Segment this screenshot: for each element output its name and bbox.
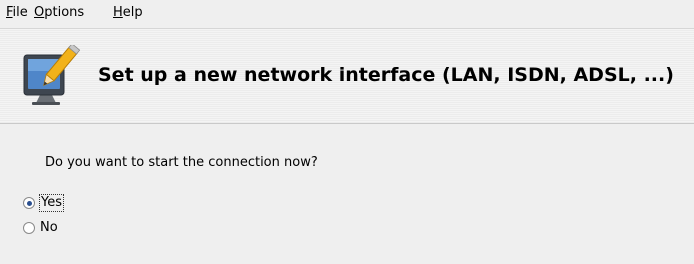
- menu-options-rest: ptions: [44, 5, 85, 20]
- menu-help[interactable]: Help: [113, 5, 143, 21]
- wizard-content: Do you want to start the connection now?…: [0, 124, 694, 264]
- question-label: Do you want to start the connection now?: [45, 155, 318, 170]
- radio-yes-indicator[interactable]: [23, 197, 35, 209]
- menu-help-rest: elp: [122, 5, 143, 20]
- menubar: File Options Help: [0, 0, 694, 29]
- menu-file-rest: ile: [12, 5, 28, 20]
- radio-yes-label[interactable]: Yes: [39, 194, 64, 212]
- menu-help-mnemonic: H: [113, 5, 123, 20]
- wizard-header: Set up a new network interface (LAN, ISD…: [0, 29, 694, 124]
- page-title: Set up a new network interface (LAN, ISD…: [98, 64, 674, 86]
- radio-no-indicator[interactable]: [23, 222, 35, 234]
- radio-yes[interactable]: Yes: [23, 194, 64, 212]
- radio-no-label[interactable]: No: [40, 220, 58, 236]
- network-wizard-icon: [18, 43, 81, 107]
- radio-no[interactable]: No: [23, 219, 58, 237]
- menu-file[interactable]: File: [6, 5, 28, 21]
- menu-options-mnemonic: O: [34, 5, 45, 20]
- menu-options[interactable]: Options: [34, 5, 84, 21]
